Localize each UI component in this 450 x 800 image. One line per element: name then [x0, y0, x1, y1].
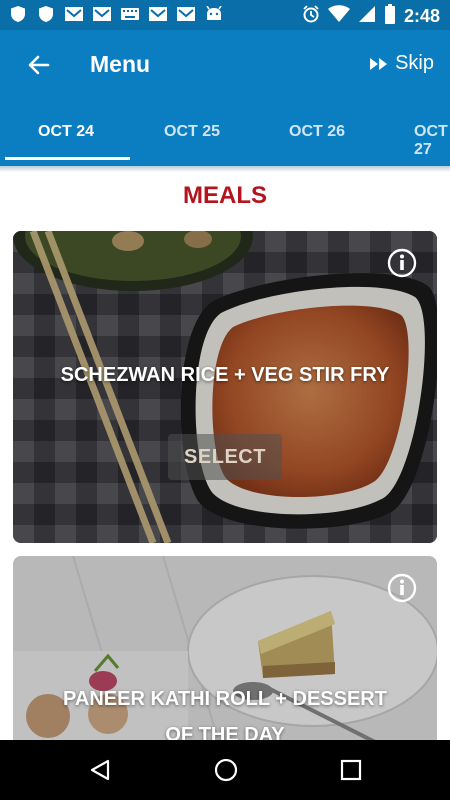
square-recents-icon — [340, 759, 362, 781]
info-button[interactable] — [387, 573, 417, 603]
fast-forward-icon — [370, 57, 388, 70]
back-button[interactable] — [26, 52, 52, 78]
meal-name: SCHEZWAN RICE + VEG STIR FRY — [60, 364, 390, 386]
arrow-left-icon — [28, 55, 50, 75]
keyboard-icon — [120, 5, 140, 23]
tab-oct-27[interactable]: OCT 27 — [414, 123, 450, 159]
battery-icon — [384, 4, 396, 29]
info-icon — [387, 248, 417, 278]
android-icon — [204, 5, 224, 23]
status-time: 2:48 — [403, 6, 440, 26]
info-icon — [387, 573, 417, 603]
signal-icon — [358, 5, 376, 28]
notification-icons — [8, 5, 224, 23]
skip-button[interactable]: Skip — [369, 52, 434, 75]
meal-name: PANEER KATHI ROLL + DESSERT — [63, 688, 387, 710]
status-bar: 2:48 — [0, 0, 450, 30]
date-tabs: OCT 24 OCT 25 OCT 26 OCT 27 — [0, 100, 450, 166]
tab-oct-26[interactable]: OCT 26 — [289, 123, 345, 141]
gmail-icon — [92, 5, 112, 23]
home-nav-button[interactable] — [213, 757, 239, 788]
circle-home-icon — [214, 758, 238, 782]
select-button[interactable]: SELECT — [168, 434, 282, 480]
gmail-icon — [148, 5, 168, 23]
tab-oct-25[interactable]: OCT 25 — [164, 123, 220, 141]
tab-oct-24[interactable]: OCT 24 — [38, 123, 94, 141]
shield-icon — [36, 5, 56, 23]
triangle-back-icon — [90, 759, 110, 781]
wifi-icon — [327, 5, 350, 28]
gmail-icon — [176, 5, 196, 23]
shield-icon — [8, 5, 28, 23]
alarm-icon — [302, 5, 320, 28]
skip-label: Skip — [395, 52, 434, 74]
meal-card[interactable]: PANEER KATHI ROLL + DESSERT OF THE DAY — [13, 556, 437, 756]
system-nav-bar — [0, 740, 450, 800]
gmail-icon — [64, 5, 84, 23]
app-bar: Menu Skip — [0, 30, 450, 100]
meal-image — [13, 231, 437, 543]
tabs-shadow — [0, 166, 450, 172]
back-nav-button[interactable] — [88, 758, 112, 787]
section-title: MEALS — [183, 182, 267, 209]
system-status: 2:48 — [302, 4, 440, 29]
info-button[interactable] — [387, 248, 417, 278]
meal-card[interactable]: SCHEZWAN RICE + VEG STIR FRY SELECT — [13, 231, 437, 543]
recents-nav-button[interactable] — [339, 758, 363, 787]
page-title: Menu — [90, 51, 151, 77]
active-tab-indicator — [5, 157, 130, 160]
